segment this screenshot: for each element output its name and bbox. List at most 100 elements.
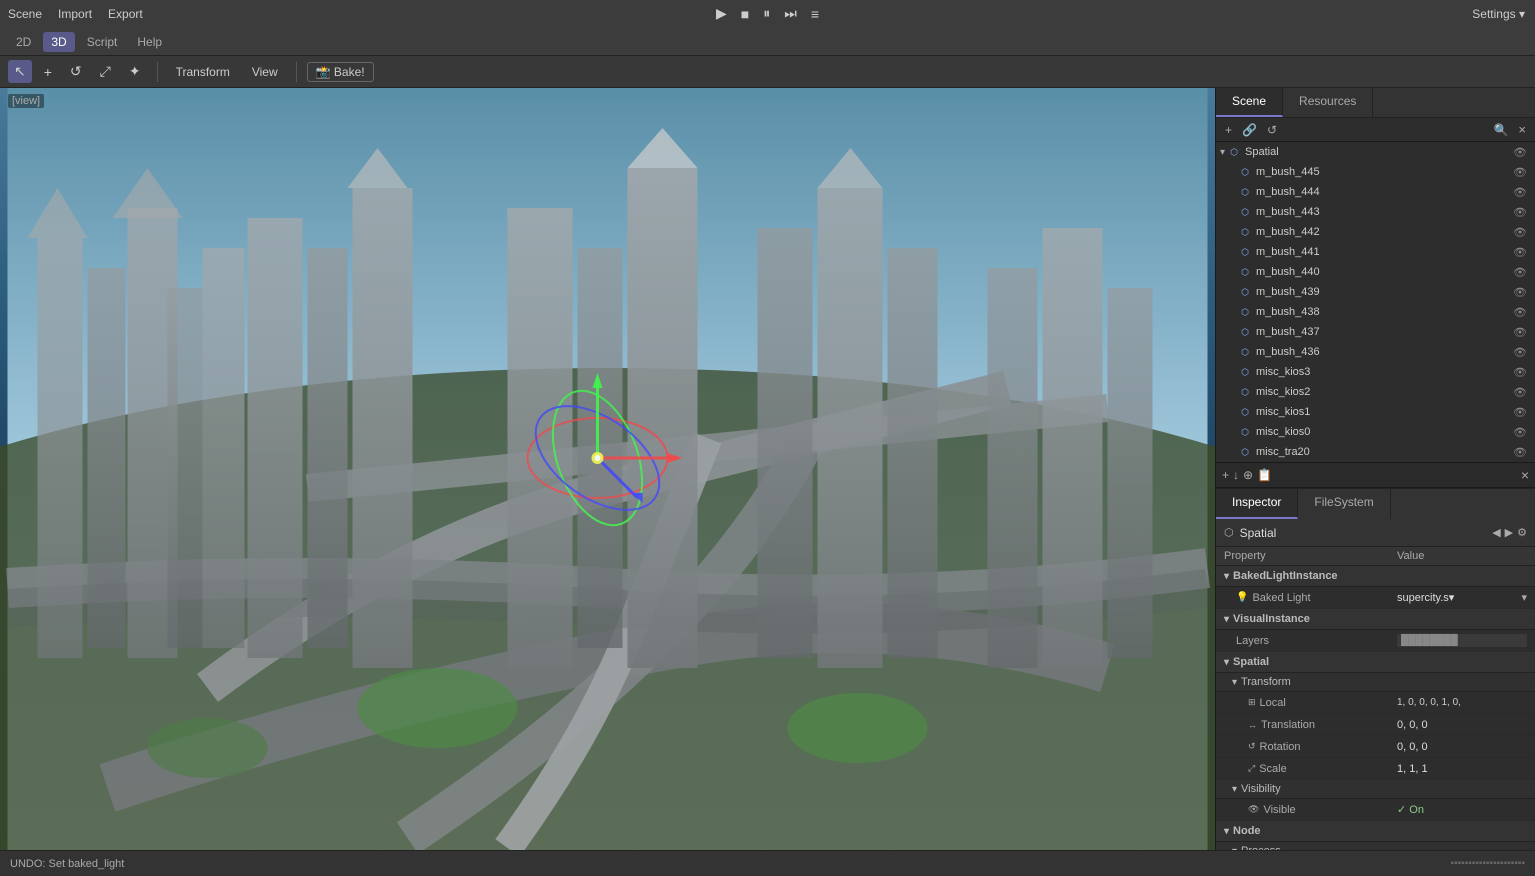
- subsection-process[interactable]: Process: [1216, 842, 1535, 850]
- tab-script[interactable]: Script: [79, 32, 126, 52]
- tree-root[interactable]: ▾ ⬡ Spatial 👁: [1216, 142, 1535, 162]
- more-button[interactable]: ≡: [806, 4, 824, 24]
- step-button[interactable]: ⏭: [779, 3, 802, 24]
- inspector-nav: ◀ ▶ ⚙: [1492, 526, 1527, 539]
- tree-item-4[interactable]: ⬡ m_bush_441 👁: [1216, 242, 1535, 262]
- tab-filesystem[interactable]: FileSystem: [1298, 489, 1390, 519]
- node-name-8: m_bush_437: [1256, 326, 1513, 338]
- visibility-icon-6[interactable]: 👁: [1513, 286, 1527, 299]
- visibility-icon-8[interactable]: 👁: [1513, 326, 1527, 339]
- tab-2d[interactable]: 2D: [8, 32, 39, 52]
- tree-item-6[interactable]: ⬡ m_bush_439 👁: [1216, 282, 1535, 302]
- nav-left-button[interactable]: ◀: [1492, 526, 1500, 539]
- visibility-icon-0[interactable]: 👁: [1513, 166, 1527, 179]
- tab-3d[interactable]: 3D: [43, 32, 74, 52]
- tab-inspector[interactable]: Inspector: [1216, 489, 1298, 519]
- tab-help[interactable]: Help: [129, 32, 170, 52]
- tree-item-13[interactable]: ⬡ misc_kios0 👁: [1216, 422, 1535, 442]
- bottom-add[interactable]: +: [1222, 468, 1229, 482]
- bottom-add2[interactable]: ⊕: [1243, 468, 1253, 482]
- scene-close[interactable]: ×: [1515, 121, 1529, 138]
- visibility-icon-3[interactable]: 👁: [1513, 226, 1527, 239]
- viewport[interactable]: [view]: [0, 88, 1215, 850]
- baked-light-dropdown-arrow[interactable]: ▾: [1521, 591, 1527, 604]
- bake-button[interactable]: 📸 Bake!: [307, 62, 374, 82]
- visibility-icon-11[interactable]: 👁: [1513, 386, 1527, 399]
- status-bar: UNDO: Set baked_light ▪▪▪▪▪▪▪▪▪▪▪▪▪▪▪▪▪▪…: [0, 850, 1535, 876]
- scene-add-node[interactable]: +: [1222, 122, 1235, 138]
- mesh-icon-5: ⬡: [1238, 265, 1252, 279]
- section-node[interactable]: Node: [1216, 821, 1535, 842]
- tree-item-7[interactable]: ⬡ m_bush_438 👁: [1216, 302, 1535, 322]
- visibility-icon-10[interactable]: 👁: [1513, 366, 1527, 379]
- visibility-icon-5[interactable]: 👁: [1513, 266, 1527, 279]
- baked-light-value[interactable]: supercity.s▾ ▾: [1397, 591, 1527, 604]
- viewport-label: [view]: [8, 94, 44, 108]
- editor-toolbar: ↖ + ↺ ⤢ ✦ Transform View 📸 Bake!: [0, 56, 1535, 88]
- translation-value[interactable]: 0, 0, 0: [1397, 719, 1527, 731]
- visibility-icon-14[interactable]: 👁: [1513, 446, 1527, 459]
- prop-baked-light: 💡 Baked Light supercity.s▾ ▾: [1216, 587, 1535, 609]
- mesh-icon-2: ⬡: [1238, 205, 1252, 219]
- pause-button[interactable]: ⏸: [758, 3, 775, 24]
- local-value[interactable]: 1, 0, 0, 0, 1, 0,: [1397, 697, 1527, 708]
- tree-item-12[interactable]: ⬡ misc_kios1 👁: [1216, 402, 1535, 422]
- visibility-icon-13[interactable]: 👁: [1513, 426, 1527, 439]
- visibility-icon-1[interactable]: 👁: [1513, 186, 1527, 199]
- visibility-icon-7[interactable]: 👁: [1513, 306, 1527, 319]
- tab-scene[interactable]: Scene: [1216, 88, 1283, 117]
- inspector-settings-button[interactable]: ⚙: [1517, 526, 1527, 539]
- play-button[interactable]: ▶: [711, 3, 732, 24]
- tree-item-5[interactable]: ⬡ m_bush_440 👁: [1216, 262, 1535, 282]
- visibility-icon-4[interactable]: 👁: [1513, 246, 1527, 259]
- tree-item-0[interactable]: ⬡ m_bush_445 👁: [1216, 162, 1535, 182]
- tool-transform[interactable]: ✦: [123, 60, 147, 83]
- main-content: [view]: [0, 88, 1535, 850]
- value-col-header: Value: [1397, 550, 1527, 562]
- settings-button[interactable]: Settings ▾: [1462, 0, 1535, 28]
- visibility-icon-root[interactable]: 👁: [1513, 146, 1527, 159]
- menu-import[interactable]: Import: [58, 7, 92, 21]
- rotation-value[interactable]: 0, 0, 0: [1397, 741, 1527, 753]
- tree-item-3[interactable]: ⬡ m_bush_442 👁: [1216, 222, 1535, 242]
- tree-item-8[interactable]: ⬡ m_bush_437 👁: [1216, 322, 1535, 342]
- tree-item-14[interactable]: ⬡ misc_tra20 👁: [1216, 442, 1535, 462]
- subsection-transform[interactable]: Transform: [1216, 673, 1535, 692]
- tool-scale[interactable]: ⤢: [94, 60, 117, 83]
- scale-value[interactable]: 1, 1, 1: [1397, 763, 1527, 775]
- visibility-icon-9[interactable]: 👁: [1513, 346, 1527, 359]
- tree-item-9[interactable]: ⬡ m_bush_436 👁: [1216, 342, 1535, 362]
- node-name-0: m_bush_445: [1256, 166, 1513, 178]
- tab-resources[interactable]: Resources: [1283, 88, 1373, 117]
- section-visual-instance[interactable]: VisualInstance: [1216, 609, 1535, 630]
- tree-item-11[interactable]: ⬡ misc_kios2 👁: [1216, 382, 1535, 402]
- stop-button[interactable]: ■: [736, 4, 754, 24]
- mesh-icon-4: ⬡: [1238, 245, 1252, 259]
- tool-rotate[interactable]: ↺: [64, 60, 88, 83]
- scene-refresh[interactable]: ↺: [1264, 122, 1280, 138]
- menu-export[interactable]: Export: [108, 7, 143, 21]
- scene-filter[interactable]: 🔍: [1490, 122, 1511, 138]
- bottom-clipboard[interactable]: 📋: [1257, 468, 1272, 482]
- tree-item-2[interactable]: ⬡ m_bush_443 👁: [1216, 202, 1535, 222]
- transform-menu[interactable]: Transform: [168, 62, 238, 82]
- bottom-down[interactable]: ↓: [1233, 468, 1239, 482]
- section-spatial[interactable]: Spatial: [1216, 652, 1535, 673]
- visible-value[interactable]: ✓ On: [1397, 803, 1527, 816]
- bottom-close[interactable]: ×: [1521, 467, 1529, 483]
- tree-item-1[interactable]: ⬡ m_bush_444 👁: [1216, 182, 1535, 202]
- visibility-icon-12[interactable]: 👁: [1513, 406, 1527, 419]
- layers-value[interactable]: ████████: [1397, 634, 1527, 647]
- tool-add[interactable]: +: [38, 61, 58, 83]
- menu-scene[interactable]: Scene: [8, 7, 42, 21]
- scene-link[interactable]: 🔗: [1239, 122, 1260, 138]
- nav-right-button[interactable]: ▶: [1505, 526, 1513, 539]
- subsection-visibility[interactable]: Visibility: [1216, 780, 1535, 799]
- view-menu[interactable]: View: [244, 62, 286, 82]
- section-baked-light-instance[interactable]: BakedLightInstance: [1216, 566, 1535, 587]
- tree-item-10[interactable]: ⬡ misc_kios3 👁: [1216, 362, 1535, 382]
- node-name-10: misc_kios3: [1256, 366, 1513, 378]
- mesh-icon-7: ⬡: [1238, 305, 1252, 319]
- visibility-icon-2[interactable]: 👁: [1513, 206, 1527, 219]
- tool-select[interactable]: ↖: [8, 60, 32, 83]
